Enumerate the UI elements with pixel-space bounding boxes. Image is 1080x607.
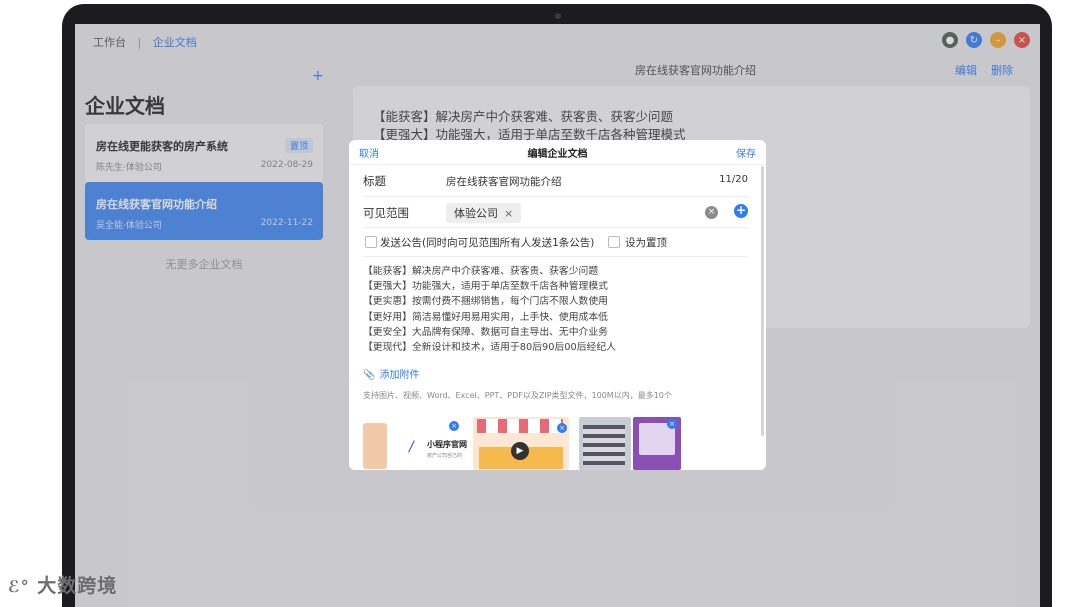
- content-line: 【更好用】简洁易懂好用易用实用，上手快、使用成本低: [363, 311, 608, 323]
- attachment-thumbnail[interactable]: ×: [633, 417, 681, 470]
- camera-dot: [555, 13, 561, 19]
- options-row: 发送公告(同时向可见范围所有人发送1条公告) 设为置顶: [363, 228, 748, 257]
- remove-attachment-icon[interactable]: ×: [449, 421, 459, 431]
- pin-label: 设为置顶: [625, 237, 667, 249]
- title-row: 标题 房在线获客官网功能介绍 11/20: [363, 164, 748, 197]
- scope-tag: 体验公司 ×: [446, 203, 522, 223]
- thumbnail-subcaption: 房产公司自己的: [427, 453, 463, 459]
- pin-checkbox[interactable]: [608, 236, 620, 248]
- edit-document-dialog: 取消 编辑企业文档 保存 标题 房在线获客官网功能介绍 11/20 可见范围 体…: [349, 140, 766, 470]
- dialog-title: 编辑企业文档: [527, 149, 588, 160]
- remove-attachment-icon[interactable]: ×: [557, 423, 567, 433]
- scope-row: 可见范围 体验公司 × × +: [363, 197, 748, 228]
- dialog-scrollbar[interactable]: [761, 166, 764, 436]
- play-icon[interactable]: ▶: [511, 442, 529, 460]
- watermark-logo: ℰ° 大数跨境: [8, 571, 117, 598]
- add-scope-icon[interactable]: +: [734, 204, 748, 218]
- save-button[interactable]: 保存: [736, 145, 756, 160]
- content-editor[interactable]: 【能获客】解决房产中介获客难、获客贵、获客少问题 【更强大】功能强大，适用于单店…: [363, 264, 616, 355]
- remove-attachment-icon[interactable]: ×: [667, 419, 677, 429]
- clear-icon[interactable]: ×: [705, 206, 718, 219]
- announce-label: 发送公告(同时向可见范围所有人发送1条公告): [380, 237, 595, 249]
- attachment-thumbnail[interactable]: / 小程序官网 房产公司自己的 ×: [363, 417, 469, 470]
- watermark-text: 大数跨境: [37, 575, 118, 597]
- scope-label: 可见范围: [363, 206, 409, 220]
- content-line: 【更安全】大品牌有保障、数据可自主导出、无中介业务: [363, 326, 608, 338]
- content-line: 【更现代】全新设计和技术，适用于80后90后00后经纪人: [363, 341, 616, 353]
- watermark-icon: ℰ°: [8, 577, 30, 596]
- title-input[interactable]: 房在线获客官网功能介绍: [446, 174, 562, 189]
- add-attachment-button[interactable]: 📎 添加附件: [363, 366, 419, 381]
- paperclip-icon: 📎: [363, 370, 376, 381]
- attachment-hint: 支持图片、视频、Word、Excel、PPT、PDF以及ZIP类型文件，100M…: [363, 391, 672, 400]
- tag-remove-icon[interactable]: ×: [504, 207, 513, 220]
- thumbnail-caption: 小程序官网: [427, 440, 467, 449]
- dialog-header: 取消 编辑企业文档 保存: [349, 140, 766, 165]
- title-char-count: 11/20: [719, 174, 748, 185]
- scope-tag-label: 体验公司: [454, 207, 498, 220]
- add-attachment-label: 添加附件: [379, 370, 420, 381]
- content-line: 【能获客】解决房产中介获客难、获客贵、获客少问题: [363, 266, 599, 277]
- attachment-thumbnail[interactable]: ▶ ×: [473, 417, 569, 470]
- content-line: 【更强大】功能强大，适用于单店至数千店各种管理模式: [363, 281, 608, 293]
- content-line: 【更实惠】按需付费不捆绑销售，每个门店不限人数使用: [363, 296, 608, 308]
- title-label: 标题: [363, 174, 386, 188]
- announce-checkbox[interactable]: [365, 236, 377, 248]
- attachment-thumbnail[interactable]: [579, 417, 631, 470]
